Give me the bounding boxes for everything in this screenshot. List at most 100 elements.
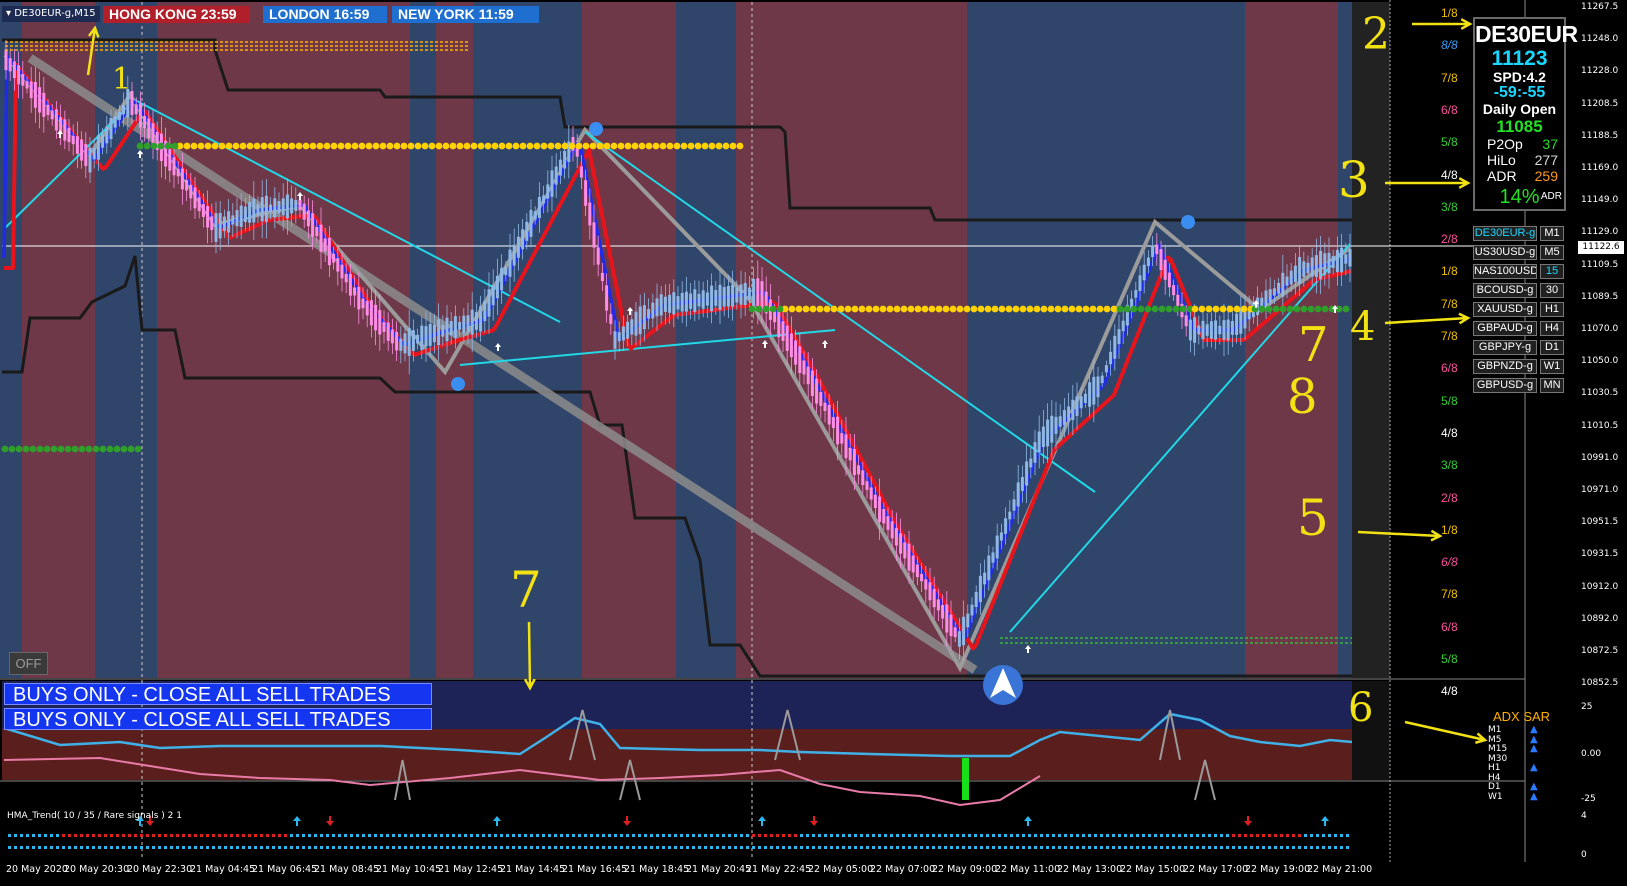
timeframe-d1[interactable]: D1 [1540, 340, 1564, 355]
candle-body [1327, 252, 1331, 274]
pivot-dot-green [1, 445, 9, 453]
hma-dot [1160, 834, 1163, 837]
annotation-8: 8 [1287, 369, 1318, 425]
candle-body [151, 123, 155, 146]
candle-body [1289, 270, 1293, 285]
hma-dot [1262, 846, 1265, 849]
hma-dot [1124, 846, 1127, 849]
candle-body [420, 325, 424, 350]
time-axis-label: 22 May 15:00 [1120, 864, 1186, 875]
candle-body [617, 332, 621, 342]
hma-dot [1208, 834, 1211, 837]
symbol-button-gbpusd[interactable]: GBPUSD-g [1473, 378, 1537, 393]
hma-dot [692, 834, 695, 837]
candle-body [928, 582, 932, 601]
hma-dot [1148, 846, 1151, 849]
up-triangle-icon: ▲ [1530, 790, 1538, 802]
hma-dot [290, 846, 293, 849]
pivot-dot-yellow [358, 142, 366, 150]
symbol-button-gbpjpy[interactable]: GBPJPY-g [1473, 340, 1537, 355]
pivot-dot-yellow [344, 142, 352, 150]
timeframe-m15[interactable]: 15 [1540, 264, 1564, 279]
hma-dot [380, 846, 383, 849]
candle-body [941, 604, 945, 619]
timeframe-h4[interactable]: H4 [1540, 321, 1564, 336]
candle-body [29, 81, 33, 99]
pivot-dot-yellow [533, 142, 541, 150]
hma-dot [1034, 834, 1037, 837]
symbol-button-nas100usd[interactable]: NAS100USD-g [1473, 264, 1537, 279]
pivot-dot-yellow [645, 142, 653, 150]
hma-dot [752, 834, 755, 837]
hma-dot [788, 834, 791, 837]
candle-body [88, 147, 92, 173]
candle-body [626, 321, 630, 339]
hma-dot [158, 834, 161, 837]
candle-body [361, 298, 365, 309]
pivot-dot-yellow [589, 142, 597, 150]
time-axis-label: 21 May 08:45 [314, 864, 380, 875]
hma-dot [254, 834, 257, 837]
hma-dot [440, 834, 443, 837]
annotation-5: 5 [1297, 489, 1329, 547]
symbol-timeframe-label[interactable]: ▾ DE30EUR-g,M15 [2, 6, 100, 22]
hma-dot [38, 846, 41, 849]
session-london: LONDON 16:59 [263, 6, 387, 23]
candle-body [693, 289, 697, 312]
timeframe-m1[interactable]: M1 [1540, 226, 1564, 241]
hma-dot [1172, 846, 1175, 849]
pivot-dot-yellow [330, 142, 338, 150]
hma-dot [386, 846, 389, 849]
hma-dot [320, 834, 323, 837]
symbol-button-gbpnzd[interactable]: GBPNZD-g [1473, 359, 1537, 374]
timeframe-w1[interactable]: W1 [1540, 359, 1564, 374]
candle-body [542, 195, 546, 204]
symbol-button-us30usd[interactable]: US30USD-g [1473, 245, 1537, 260]
hma-dot [1064, 846, 1067, 849]
pivot-dot-yellow [1219, 305, 1227, 313]
off-button[interactable]: OFF [9, 652, 48, 675]
candle-body [319, 224, 323, 252]
hma-dot [86, 834, 89, 837]
hma-dot [1070, 834, 1073, 837]
hma-dot [26, 846, 29, 849]
symbol-button-gbpaud[interactable]: GBPAUD-g [1473, 321, 1537, 336]
candle-body [978, 575, 982, 603]
hma-dot [146, 846, 149, 849]
candle-body [806, 366, 810, 385]
timeframe-m5[interactable]: M5 [1540, 245, 1564, 260]
candle-body [600, 272, 604, 282]
candle-body [529, 209, 533, 237]
candle-body [353, 287, 357, 296]
candle-body [1172, 285, 1176, 296]
murrey-level-label: 3/8 [1441, 199, 1458, 214]
hma-dot [986, 834, 989, 837]
pivot-dot-yellow [484, 142, 492, 150]
symbol-button-de30eur[interactable]: DE30EUR-g [1473, 226, 1537, 241]
candle-body [1008, 511, 1012, 520]
candle-body [550, 170, 554, 197]
timeframe-h1[interactable]: H1 [1540, 302, 1564, 317]
pivot-dot-yellow [921, 305, 929, 313]
hma-dot [716, 834, 719, 837]
hma-dot [302, 834, 305, 837]
symbol-button-xauusd[interactable]: XAUUSD-g [1473, 302, 1537, 317]
timeframe-m30[interactable]: 30 [1540, 283, 1564, 298]
price-axis-label: 10931.5 [1581, 549, 1619, 560]
hma-dot [518, 834, 521, 837]
hma-dot [968, 834, 971, 837]
pivot-dot-yellow [1096, 305, 1104, 313]
candle-body [143, 115, 147, 129]
murrey-level-label: 5/8 [1441, 652, 1458, 666]
candle-body [1134, 289, 1138, 298]
candle-body [1121, 320, 1125, 332]
hma-dot [434, 834, 437, 837]
symbol-button-bcousd[interactable]: BCOUSD-g [1473, 283, 1537, 298]
pivot-dot-green [15, 445, 23, 453]
price-chart[interactable] [0, 0, 1627, 886]
timeframe-mn[interactable]: MN [1540, 378, 1564, 393]
info-row-hilo: HiLo 277 [1487, 152, 1558, 168]
candle-body [1142, 264, 1146, 281]
hma-dot [368, 846, 371, 849]
pivot-dot-green [22, 445, 30, 453]
